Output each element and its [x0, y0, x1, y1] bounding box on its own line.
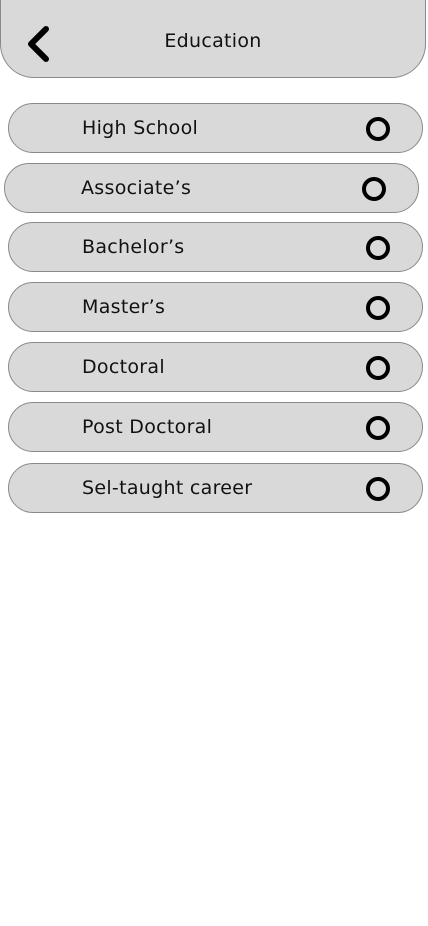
header-bar: Education: [0, 0, 426, 78]
radio-button-icon[interactable]: [366, 117, 390, 141]
option-label: High School: [82, 117, 199, 139]
option-masters[interactable]: Master’s: [8, 282, 423, 332]
option-label: Master’s: [82, 296, 166, 318]
radio-button-icon[interactable]: [362, 177, 386, 201]
radio-button-icon[interactable]: [366, 236, 390, 260]
option-self-taught-career[interactable]: Sel-taught career: [8, 463, 423, 513]
option-label: Post Doctoral: [82, 416, 213, 438]
option-label: Doctoral: [82, 356, 165, 378]
option-label: Associate’s: [81, 177, 192, 199]
option-label: Bachelor’s: [82, 236, 185, 258]
page-title: Education: [164, 30, 262, 52]
option-doctoral[interactable]: Doctoral: [8, 342, 423, 392]
option-label: Sel-taught career: [82, 477, 253, 499]
radio-button-icon[interactable]: [366, 416, 390, 440]
option-bachelors[interactable]: Bachelor’s: [8, 222, 423, 272]
radio-button-icon[interactable]: [366, 477, 390, 501]
option-high-school[interactable]: High School: [8, 103, 423, 153]
radio-button-icon[interactable]: [366, 356, 390, 380]
option-associates[interactable]: Associate’s: [4, 163, 419, 213]
radio-button-icon[interactable]: [366, 296, 390, 320]
option-post-doctoral[interactable]: Post Doctoral: [8, 402, 423, 452]
